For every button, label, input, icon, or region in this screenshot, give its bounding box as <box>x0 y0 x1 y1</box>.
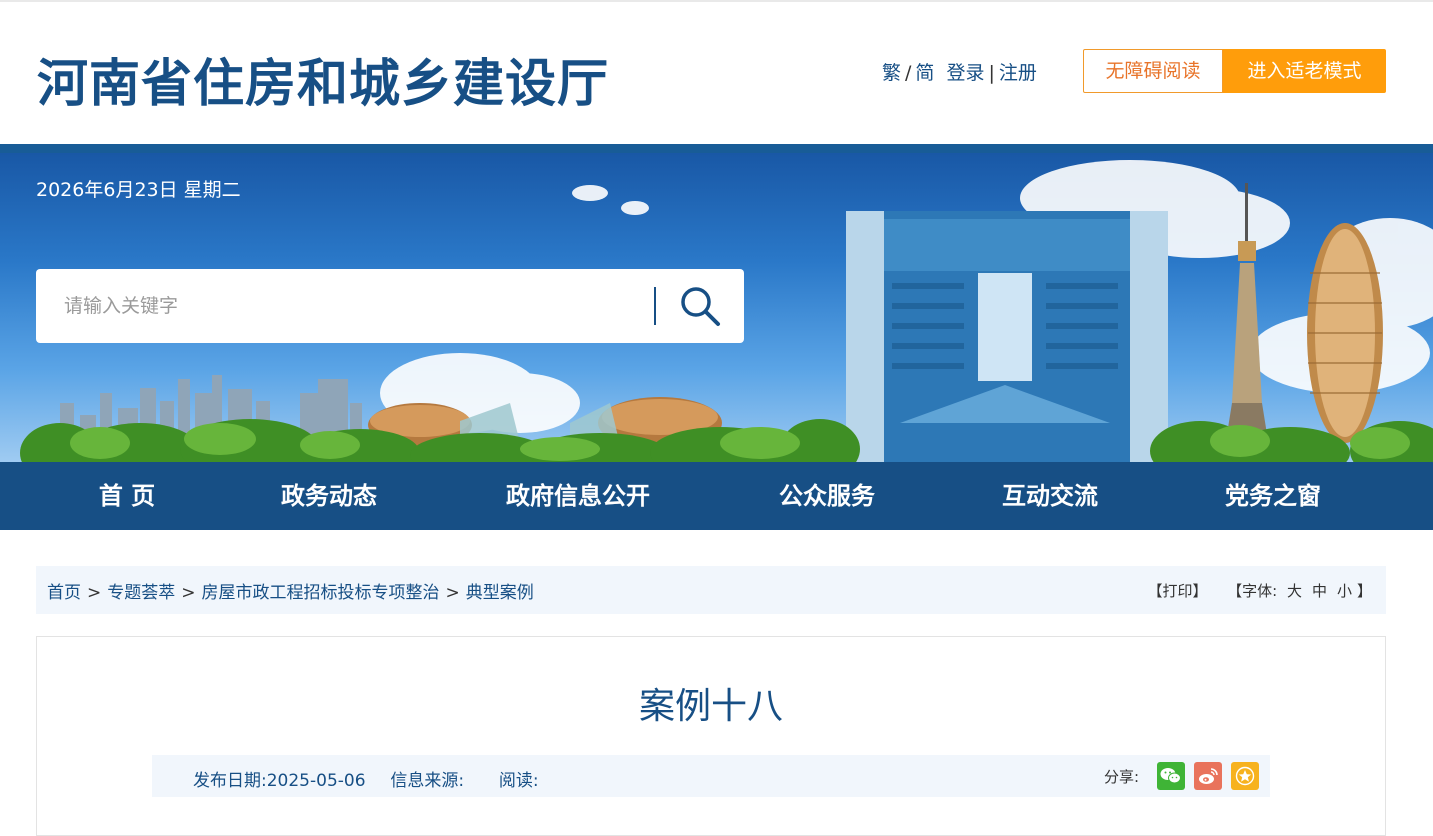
main-navigation: 首 页 政务动态 政府信息公开 公众服务 互动交流 党务之窗 <box>0 462 1433 530</box>
favorite-icon[interactable] <box>1231 762 1259 790</box>
font-small-button[interactable]: 小 <box>1332 580 1357 601</box>
breadcrumb: 首页 > 专题荟萃 > 房屋市政工程招标投标专项整治 > 典型案例 <box>47 578 534 603</box>
register-link[interactable]: 注册 <box>999 58 1037 85</box>
header-links: 繁 / 简登录 | 注册 <box>882 58 1037 85</box>
search-icon <box>681 287 720 326</box>
traditional-chinese-link[interactable]: 繁 <box>882 58 901 85</box>
font-size-close: 】 <box>1356 582 1372 600</box>
search-input[interactable] <box>36 269 646 343</box>
page-tools: 【打印】 【字体: 大中小】 <box>1148 580 1372 601</box>
elder-mode-button[interactable]: 进入适老模式 <box>1223 49 1386 93</box>
font-medium-button[interactable]: 中 <box>1307 580 1332 601</box>
views-label: 阅读: <box>498 771 539 791</box>
site-header: 河南省住房和城乡建设厅 繁 / 简登录 | 注册 无障碍阅读 进入适老模式 <box>0 2 1433 144</box>
share-label: 分享: <box>1103 767 1139 786</box>
font-size-label: 【字体: <box>1227 582 1278 600</box>
breadcrumb-separator: > <box>87 583 102 603</box>
nav-interaction[interactable]: 互动交流 <box>1002 462 1098 530</box>
language-separator: / <box>905 62 912 84</box>
search-box <box>36 269 744 343</box>
nav-home[interactable]: 首 页 <box>99 462 155 530</box>
article-meta: 发布日期:2025-05-06 信息来源: 阅读: <box>193 766 539 791</box>
login-link[interactable]: 登录 <box>946 58 984 85</box>
wechat-icon[interactable] <box>1157 762 1185 790</box>
auth-separator: | <box>988 62 995 84</box>
breadcrumb-home[interactable]: 首页 <box>47 583 81 603</box>
nav-government-news[interactable]: 政务动态 <box>281 462 377 530</box>
article-title: 案例十八 <box>638 686 783 727</box>
source-label: 信息来源: <box>390 771 465 791</box>
breadcrumb-separator: > <box>181 583 196 603</box>
publish-date-label: 发布日期: <box>193 771 267 791</box>
article-meta-bar: 发布日期:2025-05-06 信息来源: 阅读: 分享: <box>152 755 1270 797</box>
breadcrumb-typical-cases[interactable]: 典型案例 <box>466 583 534 603</box>
simplified-chinese-link[interactable]: 简 <box>915 58 934 85</box>
nav-public-services[interactable]: 公众服务 <box>779 462 875 530</box>
breadcrumb-separator: > <box>445 583 460 603</box>
nav-information-disclosure[interactable]: 政府信息公开 <box>506 462 650 530</box>
print-button[interactable]: 【打印】 <box>1148 580 1208 601</box>
weibo-icon[interactable] <box>1194 762 1222 790</box>
search-button[interactable] <box>676 282 724 330</box>
share-bar: 分享: <box>1104 762 1259 790</box>
accessible-reading-button[interactable]: 无障碍阅读 <box>1083 49 1223 93</box>
font-large-button[interactable]: 大 <box>1282 580 1307 601</box>
article-container: 案例十八 发布日期:2025-05-06 信息来源: 阅读: 分享: <box>36 636 1386 836</box>
publish-date-value: 2025-05-06 <box>266 771 366 791</box>
current-date: 2026年6月23日 星期二 <box>36 179 241 201</box>
breadcrumb-special-rectification[interactable]: 房屋市政工程招标投标专项整治 <box>202 583 440 603</box>
breadcrumb-topics[interactable]: 专题荟萃 <box>107 583 175 603</box>
site-title[interactable]: 河南省住房和城乡建设厅 <box>37 42 609 116</box>
search-divider <box>654 287 656 325</box>
breadcrumb-bar: 首页 > 专题荟萃 > 房屋市政工程招标投标专项整治 > 典型案例 【打印】 【字体: 大中… <box>36 566 1386 614</box>
nav-party-affairs[interactable]: 党务之窗 <box>1225 462 1321 530</box>
city-banner: 2026年6月23日 星期二 <box>0 144 1433 462</box>
